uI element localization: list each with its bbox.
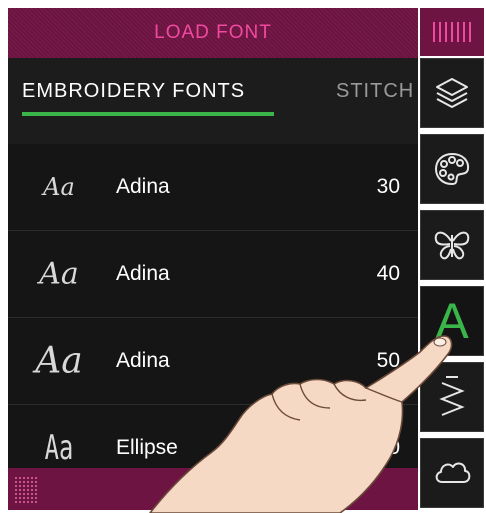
toolbar-fonts[interactable]: A: [420, 286, 484, 356]
font-letter-icon: A: [435, 293, 469, 349]
active-tab-indicator: [22, 112, 274, 116]
page-title: LOAD FONT: [154, 22, 272, 43]
zigzag-stitch-icon: [439, 376, 465, 416]
right-toolbar: A: [420, 8, 486, 510]
cloud-icon: [435, 462, 471, 483]
font-row[interactable]: Aa Adina 30: [8, 144, 418, 231]
load-font-panel: LOAD FONT EMBROIDERY FONTS STITCH Aa Adi…: [8, 8, 418, 510]
font-size: 30: [376, 175, 400, 198]
font-preview: Aa: [44, 428, 74, 468]
title-bar: LOAD FONT: [8, 8, 418, 58]
tab-stitch[interactable]: STITCH: [336, 80, 414, 103]
font-name: Adina: [116, 175, 170, 198]
font-tabs: EMBROIDERY FONTS STITCH: [8, 58, 418, 144]
font-size: 50: [376, 349, 400, 372]
palette-icon: [434, 152, 470, 186]
layers-icon: [436, 78, 468, 108]
font-preview: Aa: [43, 173, 75, 201]
stitch-bars-icon: [433, 22, 471, 42]
toolbar-palette[interactable]: [420, 134, 484, 204]
toolbar-butterfly[interactable]: [420, 210, 484, 280]
font-name: Ellipse: [116, 436, 178, 459]
toolbar-cloud[interactable]: [420, 438, 484, 508]
footer-bar: [8, 468, 418, 510]
toolbar-stitch-bars[interactable]: [420, 8, 484, 56]
font-size: 0: [388, 436, 400, 459]
toolbar-zigzag[interactable]: [420, 362, 484, 432]
font-row[interactable]: Aa Adina 40: [8, 231, 418, 318]
font-name: Adina: [116, 349, 170, 372]
font-preview: Aa: [39, 256, 79, 292]
resize-grip-icon[interactable]: [14, 476, 38, 504]
font-preview: Aa: [35, 340, 83, 382]
font-size: 40: [376, 262, 400, 285]
load-font-screen: LOAD FONT EMBROIDERY FONTS STITCH Aa Adi…: [0, 0, 486, 513]
font-row[interactable]: Aa Adina 50: [8, 318, 418, 405]
toolbar-layers[interactable]: [420, 58, 484, 128]
butterfly-icon: [434, 231, 470, 260]
tab-embroidery-fonts[interactable]: EMBROIDERY FONTS: [22, 80, 245, 103]
font-name: Adina: [116, 262, 170, 285]
font-list: Aa Adina 30 Aa Adina 40 Aa Adina 50 Aa E…: [8, 144, 418, 492]
